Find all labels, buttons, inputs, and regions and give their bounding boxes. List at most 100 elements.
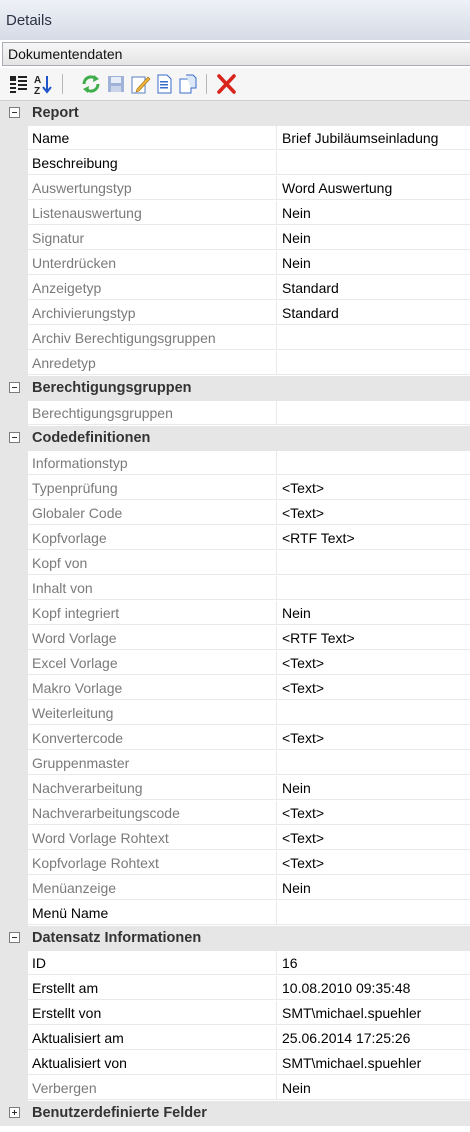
property-row-inhalt-von[interactable]: Inhalt von: [0, 576, 470, 601]
property-row-menü-name[interactable]: Menü Name: [0, 901, 470, 926]
property-row-nachverarbeitungscode[interactable]: Nachverarbeitungscode <Text>: [0, 801, 470, 826]
property-row-typenprüfung[interactable]: Typenprüfung <Text>: [0, 476, 470, 501]
sort-az-icon[interactable]: A Z: [32, 73, 54, 95]
property-name: Gruppenmaster: [28, 751, 277, 775]
property-row-archiv-berechtigungsgruppen[interactable]: Archiv Berechtigungsgruppen: [0, 326, 470, 351]
property-row-archivierungstyp[interactable]: Archivierungstyp Standard: [0, 301, 470, 326]
property-value[interactable]: [277, 751, 470, 775]
property-row-signatur[interactable]: Signatur Nein: [0, 226, 470, 251]
categorized-icon[interactable]: [8, 73, 30, 95]
property-row-name[interactable]: Name Brief Jubiläumseinladung: [0, 126, 470, 151]
property-row-nachverarbeitung[interactable]: Nachverarbeitung Nein: [0, 776, 470, 801]
property-value[interactable]: [277, 551, 470, 575]
panel-title-text: Details: [6, 12, 52, 29]
property-value[interactable]: Nein: [277, 601, 470, 625]
property-row-globaler-code[interactable]: Globaler Code <Text>: [0, 501, 470, 526]
property-value[interactable]: [277, 451, 470, 475]
property-value[interactable]: Nein: [277, 1076, 470, 1100]
property-value[interactable]: <Text>: [277, 851, 470, 875]
property-value[interactable]: 16: [277, 951, 470, 975]
property-row-makro-vorlage[interactable]: Makro Vorlage <Text>: [0, 676, 470, 701]
category-codedefinitionen[interactable]: Codedefinitionen: [0, 426, 470, 451]
document-selector[interactable]: Dokumentendaten: [2, 42, 470, 66]
property-value[interactable]: [277, 151, 470, 175]
property-value[interactable]: Nein: [277, 876, 470, 900]
property-row-erstellt-am[interactable]: Erstellt am 10.08.2010 09:35:48: [0, 976, 470, 1001]
delete-icon[interactable]: [215, 73, 237, 95]
property-name: Listenauswertung: [28, 201, 277, 225]
property-row-listenauswertung[interactable]: Listenauswertung Nein: [0, 201, 470, 226]
property-value[interactable]: Word Auswertung: [277, 176, 470, 200]
property-row-beschreibung[interactable]: Beschreibung: [0, 151, 470, 176]
property-row-menüanzeige[interactable]: Menüanzeige Nein: [0, 876, 470, 901]
property-row-id[interactable]: ID 16: [0, 951, 470, 976]
property-value[interactable]: Nein: [277, 226, 470, 250]
row-gutter: [0, 1026, 28, 1051]
property-row-weiterleitung[interactable]: Weiterleitung: [0, 701, 470, 726]
property-row-gruppenmaster[interactable]: Gruppenmaster: [0, 751, 470, 776]
document-icon[interactable]: [153, 73, 175, 95]
property-row-kopf-integriert[interactable]: Kopf integriert Nein: [0, 601, 470, 626]
property-row-konvertercode[interactable]: Konvertercode <Text>: [0, 726, 470, 751]
toolbar: A Z: [0, 68, 470, 101]
property-value[interactable]: <Text>: [277, 676, 470, 700]
collapse-icon[interactable]: [9, 932, 20, 943]
property-value[interactable]: 10.08.2010 09:35:48: [277, 976, 470, 1000]
property-value[interactable]: <Text>: [277, 501, 470, 525]
collapse-icon[interactable]: [9, 432, 20, 443]
copy-icon[interactable]: [177, 73, 199, 95]
category-datensatz-informationen[interactable]: Datensatz Informationen: [0, 926, 470, 951]
property-value[interactable]: SMT\michael.spuehler: [277, 1001, 470, 1025]
property-value[interactable]: <Text>: [277, 801, 470, 825]
property-row-word-vorlage-rohtext[interactable]: Word Vorlage Rohtext <Text>: [0, 826, 470, 851]
property-name: Anzeigetyp: [28, 276, 277, 300]
refresh-icon[interactable]: [80, 73, 102, 95]
property-row-informationstyp[interactable]: Informationstyp: [0, 451, 470, 476]
property-value[interactable]: Nein: [277, 201, 470, 225]
property-row-excel-vorlage[interactable]: Excel Vorlage <Text>: [0, 651, 470, 676]
property-value[interactable]: [277, 701, 470, 725]
edit-icon[interactable]: [129, 73, 151, 95]
property-value[interactable]: [277, 901, 470, 925]
property-value[interactable]: <Text>: [277, 651, 470, 675]
category-berechtigungsgruppen[interactable]: Berechtigungsgruppen: [0, 376, 470, 401]
property-value[interactable]: Brief Jubiläumseinladung: [277, 126, 470, 150]
property-value[interactable]: [277, 326, 470, 350]
expand-icon[interactable]: [9, 1107, 20, 1118]
property-name: Makro Vorlage: [28, 676, 277, 700]
property-value[interactable]: <Text>: [277, 826, 470, 850]
property-row-aktualisiert-am[interactable]: Aktualisiert am 25.06.2014 17:25:26: [0, 1026, 470, 1051]
property-row-verbergen[interactable]: Verbergen Nein: [0, 1076, 470, 1101]
property-row-word-vorlage[interactable]: Word Vorlage <RTF Text>: [0, 626, 470, 651]
property-row-kopfvorlage-rohtext[interactable]: Kopfvorlage Rohtext <Text>: [0, 851, 470, 876]
property-row-aktualisiert-von[interactable]: Aktualisiert von SMT\michael.spuehler: [0, 1051, 470, 1076]
property-row-anredetyp[interactable]: Anredetyp: [0, 351, 470, 376]
property-value[interactable]: 25.06.2014 17:25:26: [277, 1026, 470, 1050]
property-row-unterdrücken[interactable]: Unterdrücken Nein: [0, 251, 470, 276]
row-gutter: [0, 726, 28, 751]
property-row-erstellt-von[interactable]: Erstellt von SMT\michael.spuehler: [0, 1001, 470, 1026]
property-value[interactable]: [277, 401, 470, 425]
property-value[interactable]: Standard: [277, 276, 470, 300]
collapse-icon[interactable]: [9, 107, 20, 118]
property-value[interactable]: [277, 576, 470, 600]
property-value[interactable]: SMT\michael.spuehler: [277, 1051, 470, 1075]
property-value[interactable]: Nein: [277, 776, 470, 800]
category-benutzerdefinierte-felder[interactable]: Benutzerdefinierte Felder: [0, 1101, 470, 1126]
property-row-kopf-von[interactable]: Kopf von: [0, 551, 470, 576]
property-row-auswertungstyp[interactable]: Auswertungstyp Word Auswertung: [0, 176, 470, 201]
property-value[interactable]: Nein: [277, 251, 470, 275]
property-value[interactable]: [277, 351, 470, 375]
property-value[interactable]: <RTF Text>: [277, 526, 470, 550]
row-gutter: [0, 351, 28, 376]
save-icon[interactable]: [105, 73, 127, 95]
collapse-icon[interactable]: [9, 382, 20, 393]
category-report[interactable]: Report: [0, 101, 470, 126]
property-value[interactable]: <Text>: [277, 476, 470, 500]
property-value[interactable]: Standard: [277, 301, 470, 325]
property-row-anzeigetyp[interactable]: Anzeigetyp Standard: [0, 276, 470, 301]
property-value[interactable]: <RTF Text>: [277, 626, 470, 650]
property-value[interactable]: <Text>: [277, 726, 470, 750]
property-row-berechtigungsgruppen[interactable]: Berechtigungsgruppen: [0, 401, 470, 426]
property-row-kopfvorlage[interactable]: Kopfvorlage <RTF Text>: [0, 526, 470, 551]
